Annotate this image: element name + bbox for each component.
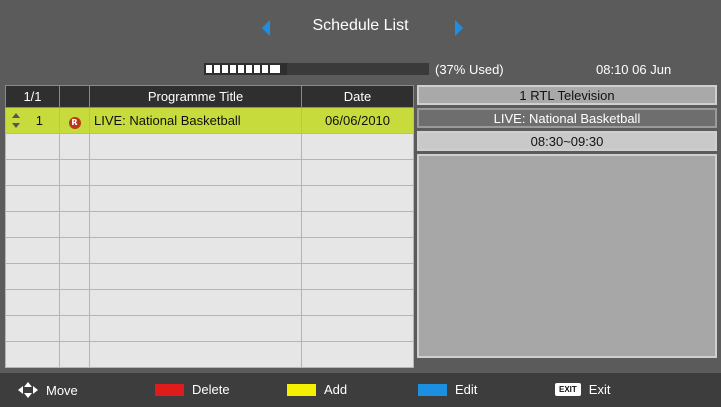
row-date bbox=[301, 133, 414, 160]
row-index bbox=[5, 263, 60, 290]
row-flag bbox=[59, 237, 90, 264]
usage-segment bbox=[246, 65, 252, 73]
row-title: LIVE: National Basketball bbox=[89, 107, 302, 134]
row-index bbox=[5, 185, 60, 212]
row-date bbox=[301, 263, 414, 290]
row-title bbox=[89, 263, 302, 290]
next-list-arrow-icon[interactable] bbox=[455, 20, 463, 36]
row-title bbox=[89, 159, 302, 186]
red-key-icon bbox=[155, 383, 184, 396]
row-flag: R bbox=[59, 107, 90, 134]
row-flag bbox=[59, 263, 90, 290]
usage-segment bbox=[254, 65, 260, 73]
row-flag bbox=[59, 159, 90, 186]
row-title bbox=[89, 211, 302, 238]
row-index bbox=[5, 211, 60, 238]
row-title bbox=[89, 237, 302, 264]
clock: 08:10 06 Jun bbox=[596, 62, 672, 77]
header: Schedule List bbox=[0, 0, 721, 58]
usage-segment bbox=[206, 65, 212, 73]
table-header-row: 1/1 Programme Title Date bbox=[5, 85, 414, 108]
hint-delete-label: Delete bbox=[192, 382, 230, 397]
hint-move[interactable]: Move bbox=[18, 382, 78, 398]
usage-segment bbox=[238, 65, 244, 73]
row-date bbox=[301, 159, 414, 186]
row-index: 1 bbox=[5, 107, 60, 134]
detail-channel: 1 RTL Television bbox=[417, 85, 717, 105]
table-row[interactable]: 1 R LIVE: National Basketball 06/06/2010 bbox=[5, 107, 414, 134]
row-date bbox=[301, 341, 414, 368]
row-title bbox=[89, 315, 302, 342]
hint-add[interactable]: Add bbox=[287, 382, 347, 397]
row-index bbox=[5, 315, 60, 342]
table-row[interactable] bbox=[5, 159, 414, 186]
table-row[interactable] bbox=[5, 341, 414, 368]
page-title: Schedule List bbox=[312, 17, 409, 34]
column-header-title: Programme Title bbox=[89, 85, 302, 108]
table-row[interactable] bbox=[5, 237, 414, 264]
exit-key-icon: EXIT bbox=[555, 383, 581, 396]
detail-event-title: LIVE: National Basketball bbox=[417, 108, 717, 128]
usage-segment bbox=[230, 65, 236, 73]
hint-edit-label: Edit bbox=[455, 382, 478, 397]
row-flag bbox=[59, 341, 90, 368]
row-flag bbox=[59, 289, 90, 316]
blue-key-icon bbox=[418, 383, 447, 396]
row-title bbox=[89, 185, 302, 212]
row-date bbox=[301, 185, 414, 212]
row-date bbox=[301, 211, 414, 238]
row-index bbox=[5, 289, 60, 316]
row-index bbox=[5, 341, 60, 368]
hint-add-label: Add bbox=[324, 382, 348, 397]
hint-move-label: Move bbox=[46, 382, 78, 398]
hint-edit[interactable]: Edit bbox=[418, 382, 477, 397]
row-title bbox=[89, 289, 302, 316]
scroll-updown-icon bbox=[12, 113, 20, 129]
row-title bbox=[89, 133, 302, 160]
row-date bbox=[301, 237, 414, 264]
hint-exit[interactable]: EXIT Exit bbox=[555, 382, 610, 397]
row-date bbox=[301, 315, 414, 342]
table-row[interactable] bbox=[5, 315, 414, 342]
row-flag bbox=[59, 133, 90, 160]
schedule-table: 1/1 Programme Title Date 1 R LIVE: Nationa… bbox=[5, 85, 414, 368]
row-flag bbox=[59, 185, 90, 212]
storage-usage-segments bbox=[206, 65, 280, 73]
hint-delete[interactable]: Delete bbox=[155, 382, 230, 397]
usage-segment bbox=[214, 65, 220, 73]
move-arrows-icon bbox=[18, 382, 38, 398]
row-flag bbox=[59, 211, 90, 238]
detail-event-time: 08:30~09:30 bbox=[417, 131, 717, 151]
row-date: 06/06/2010 bbox=[301, 107, 414, 134]
footer-key-hints: Move Delete Add Edit EXIT Exit bbox=[0, 373, 721, 407]
row-flag bbox=[59, 315, 90, 342]
table-row[interactable] bbox=[5, 185, 414, 212]
table-row[interactable] bbox=[5, 289, 414, 316]
row-index bbox=[5, 133, 60, 160]
yellow-key-icon bbox=[287, 383, 316, 396]
row-title bbox=[89, 341, 302, 368]
usage-segment bbox=[262, 65, 268, 73]
table-row[interactable] bbox=[5, 211, 414, 238]
record-icon: R bbox=[68, 116, 81, 129]
row-index bbox=[5, 237, 60, 264]
column-header-date: Date bbox=[301, 85, 414, 108]
usage-segment bbox=[270, 65, 280, 73]
usage-segment bbox=[222, 65, 228, 73]
storage-usage-bar bbox=[204, 63, 429, 75]
row-index bbox=[5, 159, 60, 186]
row-date bbox=[301, 289, 414, 316]
column-header-flag bbox=[59, 85, 90, 108]
detail-info-area bbox=[417, 154, 717, 358]
detail-panel: 1 RTL Television LIVE: National Basketba… bbox=[417, 85, 717, 358]
table-row[interactable] bbox=[5, 133, 414, 160]
hint-exit-label: Exit bbox=[588, 382, 611, 397]
row-index-label: 1 bbox=[35, 113, 43, 128]
table-row[interactable] bbox=[5, 263, 414, 290]
storage-usage-text: (37% Used) bbox=[435, 62, 504, 77]
column-header-index: 1/1 bbox=[5, 85, 60, 108]
